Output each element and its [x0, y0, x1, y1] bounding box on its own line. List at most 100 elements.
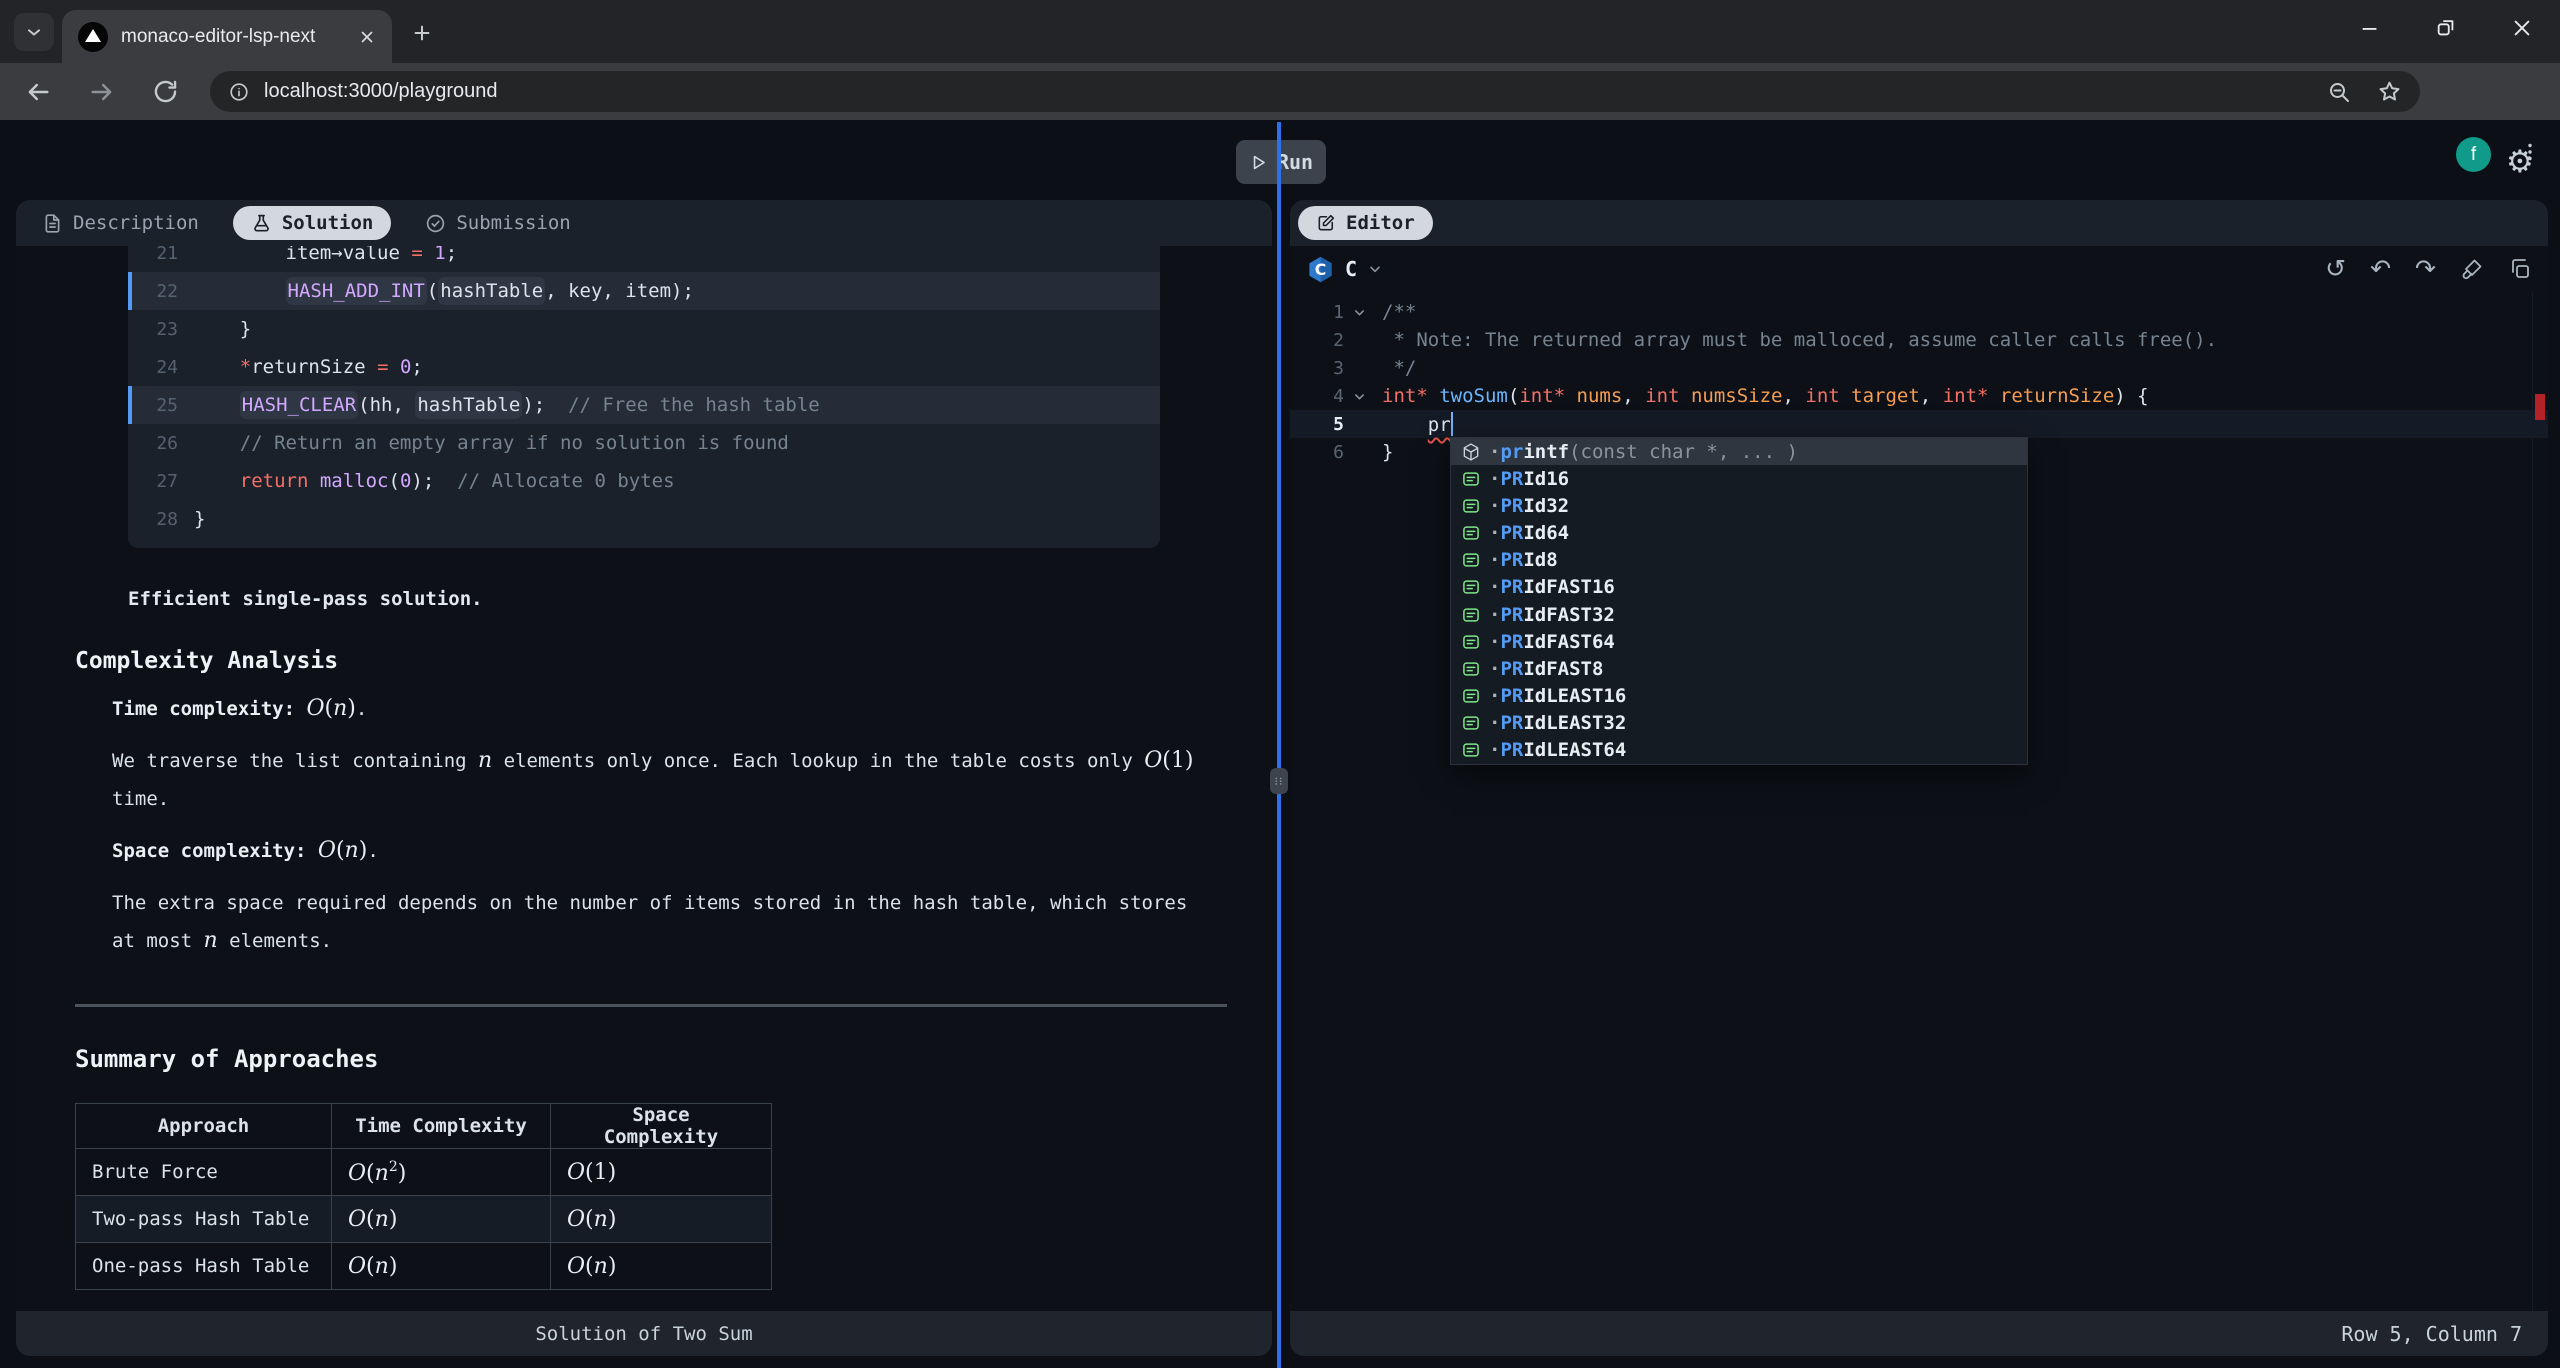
cursor-position-text: Row 5, Column 7 — [2341, 1322, 2522, 1346]
suggestion-item[interactable]: ·PRId32 — [1451, 492, 2027, 519]
text-snippet-icon — [1459, 469, 1483, 489]
restore-button[interactable] — [2408, 0, 2484, 56]
browser-tab-title: monaco-editor-lsp-next — [121, 26, 350, 48]
editor-line-number: 6 — [1290, 442, 1344, 463]
code-line: 23 } — [128, 310, 1160, 348]
line-number: 27 — [128, 471, 178, 492]
run-button[interactable]: Run — [1236, 140, 1326, 184]
address-bar[interactable]: localhost:3000/playground — [210, 71, 2420, 112]
overview-ruler[interactable] — [2532, 292, 2548, 1311]
suggestion-item[interactable]: ·PRId8 — [1451, 547, 2027, 574]
editor-line-number: 5 — [1290, 414, 1344, 435]
fold-chevron-icon[interactable] — [1344, 389, 1374, 404]
panel-divider[interactable]: ⁝⁝ — [1277, 122, 1281, 1368]
editor-panel: Editor C C ↺ ↶ ↷ 1/**2 * Note: The retur… — [1290, 200, 2548, 1356]
reload-button[interactable] — [152, 78, 182, 108]
table-cell: One-pass Hash Table — [76, 1243, 332, 1290]
problem-panel: Description Solution Submission 21 item→… — [16, 200, 1272, 1356]
suggestion-item[interactable]: ·printf(const char *, ... ) — [1451, 438, 2027, 465]
flask-icon — [251, 213, 272, 234]
suggestion-label: ·PRIdFAST8 — [1489, 658, 1603, 680]
solution-article[interactable]: 21 item→value = 1;22 HASH_ADD_INT(hashTa… — [16, 246, 1272, 1311]
suggestion-label: ·PRIdLEAST16 — [1489, 685, 1626, 707]
window-controls — [2332, 0, 2560, 56]
suggestion-item[interactable]: ·PRIdFAST16 — [1451, 574, 2027, 601]
document-icon — [42, 213, 63, 234]
table-column-header: Space Complexity — [551, 1104, 772, 1149]
profile-avatar[interactable]: f — [2456, 137, 2491, 172]
suggestion-item[interactable]: ·PRIdFAST8 — [1451, 655, 2027, 682]
suggestion-item[interactable]: ·PRIdLEAST32 — [1451, 710, 2027, 737]
text-snippet-icon — [1459, 523, 1483, 543]
code-line: 28} — [128, 500, 1160, 538]
table-row: One-pass Hash TableO(n)O(n) — [76, 1243, 772, 1290]
browser-tab[interactable]: monaco-editor-lsp-next — [62, 10, 392, 63]
bookmark-star-icon[interactable] — [2377, 79, 2402, 104]
format-brush-icon[interactable] — [2460, 257, 2484, 281]
language-chevron-icon — [1367, 261, 1383, 277]
text-snippet-icon — [1459, 550, 1483, 570]
text-snippet-icon — [1459, 496, 1483, 516]
suggestion-item[interactable]: ·PRIdFAST64 — [1451, 628, 2027, 655]
suggestion-item[interactable]: ·PRIdLEAST16 — [1451, 683, 2027, 710]
forward-button[interactable] — [88, 78, 118, 108]
copy-icon[interactable] — [2508, 257, 2532, 281]
redo-icon[interactable]: ↷ — [2415, 256, 2436, 282]
line-number: 24 — [128, 357, 178, 378]
text-cursor — [1451, 412, 1453, 436]
editor-line-number: 3 — [1290, 358, 1344, 379]
suggestion-item[interactable]: ·PRIdFAST32 — [1451, 601, 2027, 628]
resize-grip[interactable]: ⁝⁝ — [1270, 768, 1288, 794]
site-info-icon[interactable] — [228, 81, 250, 103]
tab-solution[interactable]: Solution — [233, 206, 392, 240]
suggestion-label: ·PRId16 — [1489, 468, 1569, 490]
close-window-button[interactable] — [2484, 0, 2560, 56]
tab-editor[interactable]: Editor — [1298, 206, 1433, 240]
text-snippet-icon — [1459, 577, 1483, 597]
suggestion-label: ·printf(const char *, ... ) — [1489, 441, 1798, 463]
table-cell: O(n) — [551, 1243, 772, 1290]
editor-line: 1/** — [1290, 298, 2548, 326]
browser-toolbar: localhost:3000/playground f — [0, 63, 2560, 120]
play-icon — [1249, 153, 1268, 172]
code-line: 21 item→value = 1; — [128, 246, 1160, 272]
suggestion-item[interactable]: ·PRIdLEAST64 — [1451, 737, 2027, 764]
zoom-out-icon[interactable] — [2327, 80, 2351, 104]
tab-description[interactable]: Description — [42, 212, 199, 234]
tab-description-label: Description — [73, 212, 199, 234]
back-button[interactable] — [24, 78, 54, 108]
suggestion-item[interactable]: ·PRId16 — [1451, 465, 2027, 492]
tab-submission[interactable]: Submission — [425, 212, 570, 234]
line-number: 22 — [128, 281, 178, 302]
suggestion-label: ·PRIdFAST32 — [1489, 604, 1615, 626]
code-line: 22 HASH_ADD_INT(hashTable, key, item); — [128, 272, 1160, 310]
new-tab-button[interactable] — [404, 15, 440, 51]
tab-submission-label: Submission — [456, 212, 570, 234]
monaco-editor[interactable]: 1/**2 * Note: The returned array must be… — [1290, 292, 2548, 1311]
site-favicon — [78, 22, 108, 52]
reset-code-icon[interactable]: ↺ — [2325, 256, 2346, 282]
cube-icon — [1459, 442, 1483, 462]
tab-search-button[interactable] — [14, 13, 54, 51]
text-snippet-icon — [1459, 713, 1483, 733]
editor-line: 3 */ — [1290, 354, 2548, 382]
language-selector[interactable]: C C — [1306, 255, 1383, 284]
edit-pencil-icon — [1316, 213, 1336, 233]
editor-line-number: 2 — [1290, 330, 1344, 351]
editor-line-number: 4 — [1290, 386, 1344, 407]
autocomplete-popup: ·printf(const char *, ... ) ·PRId16·PRId3… — [1450, 437, 2028, 765]
settings-gear-icon[interactable]: ⚙ — [2506, 144, 2534, 180]
table-cell: O(n) — [332, 1243, 551, 1290]
solution-footer-text: Solution of Two Sum — [535, 1323, 752, 1345]
suggestion-item[interactable]: ·PRId64 — [1451, 520, 2027, 547]
table-column-header: Approach — [76, 1104, 332, 1149]
undo-icon[interactable]: ↶ — [2370, 256, 2391, 282]
line-number: 28 — [128, 509, 178, 530]
c-language-icon: C — [1306, 255, 1335, 284]
url-text: localhost:3000/playground — [264, 80, 2327, 103]
minimize-button[interactable] — [2332, 0, 2408, 56]
tab-close-icon[interactable] — [358, 28, 376, 46]
suggestion-label: ·PRId8 — [1489, 549, 1558, 571]
fold-chevron-icon[interactable] — [1344, 305, 1374, 320]
table-row: Brute ForceO(n2)O(1) — [76, 1149, 772, 1196]
